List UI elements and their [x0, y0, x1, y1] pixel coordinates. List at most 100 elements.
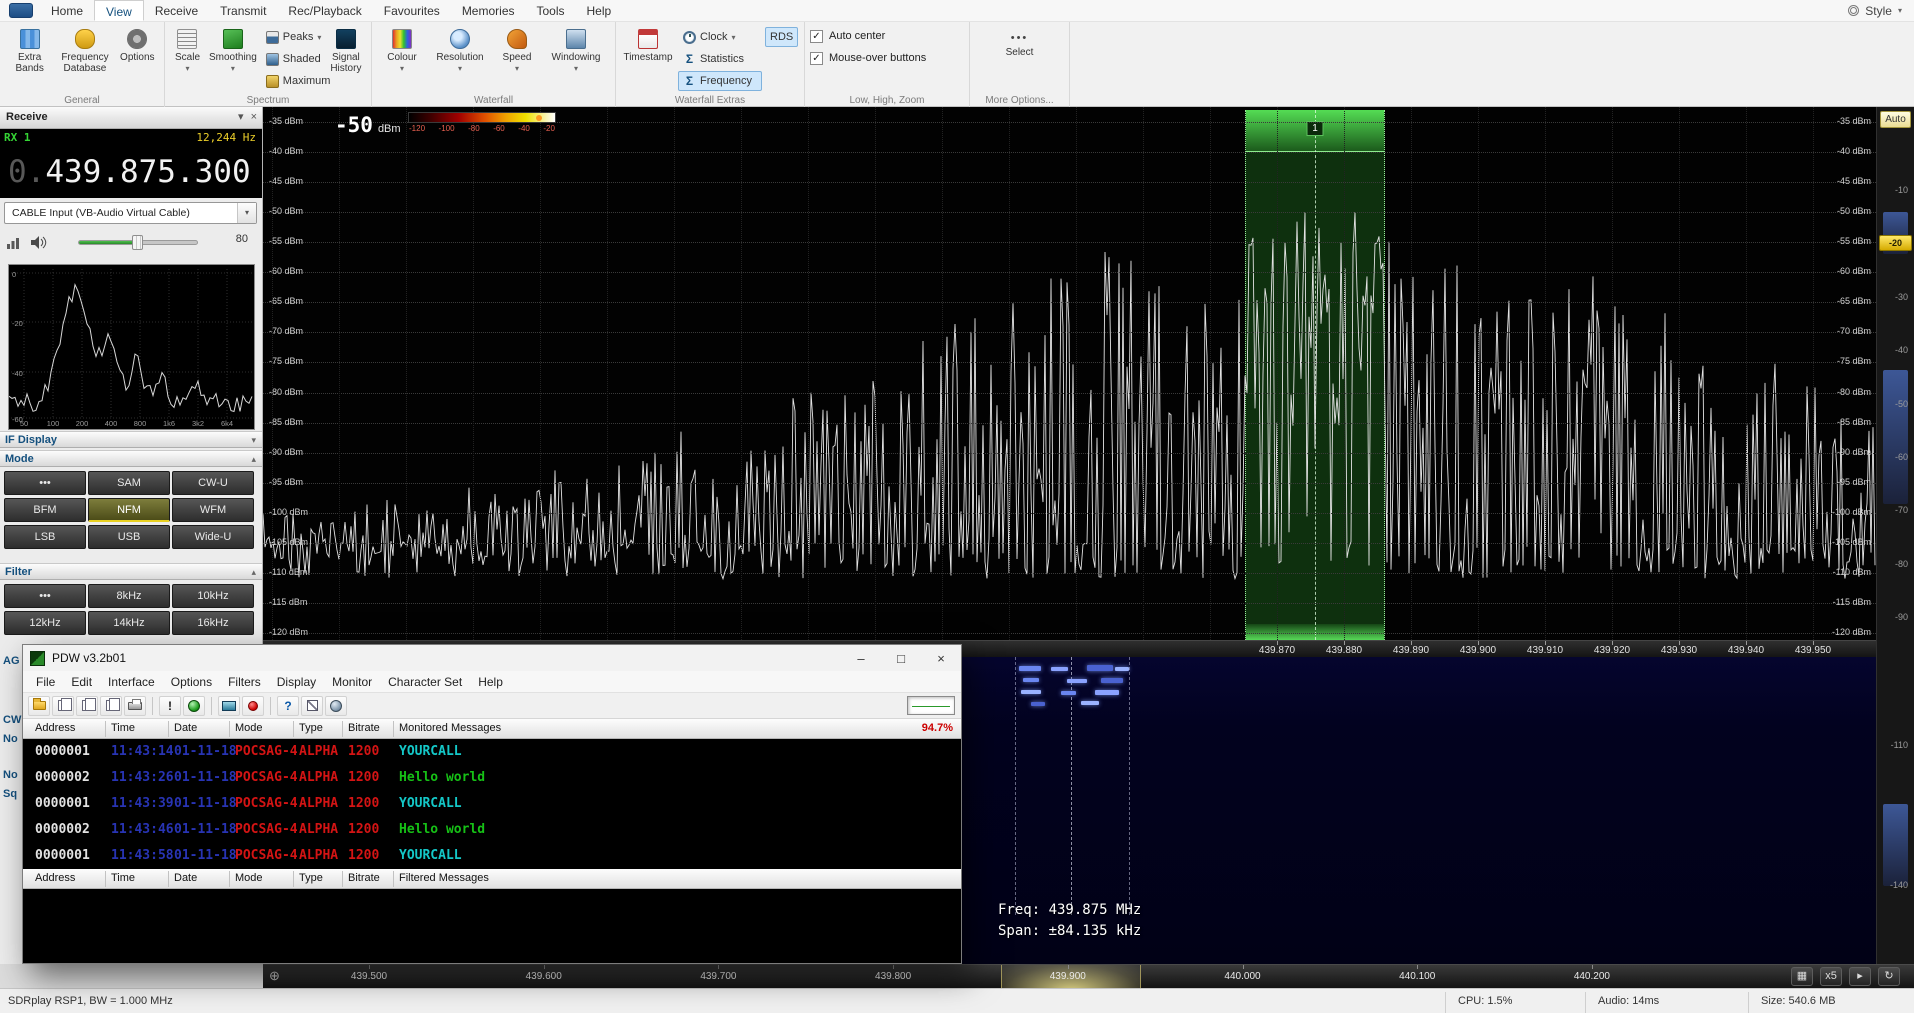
- filter-button-10khz[interactable]: 10kHz: [172, 584, 254, 608]
- chevron-down-icon[interactable]: ▾: [237, 203, 256, 223]
- alert-button[interactable]: !: [159, 696, 181, 716]
- auto-range-button[interactable]: Auto: [1880, 111, 1911, 128]
- auto-center-checkbox-row[interactable]: ✓ Auto center: [810, 25, 964, 45]
- clipped-section-label[interactable]: CW: [3, 714, 22, 726]
- pdw-column-bitrate[interactable]: Bitrate: [348, 722, 380, 734]
- pdw-message-row[interactable]: 000000211:43:4601-11-18POCSAG-4ALPHA1200…: [23, 817, 961, 843]
- filter-button-14khz[interactable]: 14kHz: [88, 611, 170, 635]
- copy-button[interactable]: [52, 696, 74, 716]
- pdw-column-date[interactable]: Date: [174, 722, 197, 734]
- select-button[interactable]: ••• Select: [994, 25, 1046, 91]
- ribbon-style-control[interactable]: Style ▾: [1848, 0, 1914, 21]
- monitor-button[interactable]: [218, 696, 240, 716]
- pdw-menu-character-set[interactable]: Character Set: [380, 675, 470, 689]
- pdw-menu-monitor[interactable]: Monitor: [324, 675, 380, 689]
- clipped-section-label[interactable]: No: [3, 733, 22, 745]
- clipped-section-label[interactable]: No: [3, 769, 22, 781]
- signal-history-button[interactable]: Signal History: [326, 25, 366, 91]
- mode-button-nfm[interactable]: NFM: [88, 498, 170, 522]
- mode-button-sam[interactable]: SAM: [88, 471, 170, 495]
- minimize-button[interactable]: –: [841, 645, 881, 671]
- pan-right-button[interactable]: ▸: [1849, 967, 1871, 986]
- print-button[interactable]: [124, 696, 146, 716]
- pdw-menu-help[interactable]: Help: [470, 675, 511, 689]
- colour-button[interactable]: Colour ▾: [377, 25, 427, 91]
- resolution-button[interactable]: Resolution ▾: [430, 25, 490, 91]
- close-icon[interactable]: ×: [251, 107, 257, 128]
- mode-button-usb[interactable]: USB: [88, 525, 170, 549]
- pdw-menu-options[interactable]: Options: [163, 675, 220, 689]
- filter-button-12khz[interactable]: 12kHz: [4, 611, 86, 635]
- pdw-column-date[interactable]: Date: [174, 872, 197, 884]
- filter-button-16khz[interactable]: 16kHz: [172, 611, 254, 635]
- pdw-title-bar[interactable]: PDW v3.2b01 – □ ×: [23, 645, 961, 671]
- checkbox-checked-icon[interactable]: ✓: [810, 30, 823, 43]
- network-button[interactable]: [183, 696, 205, 716]
- ribbon-tab-view[interactable]: View: [94, 0, 144, 21]
- scale-button[interactable]: Scale ▾: [170, 25, 205, 91]
- range-handle[interactable]: -20: [1879, 235, 1912, 251]
- pdw-message-row[interactable]: 000000211:43:2601-11-18POCSAG-4ALPHA1200…: [23, 765, 961, 791]
- audio-meter-icon[interactable]: [6, 235, 21, 255]
- record-button[interactable]: [242, 696, 264, 716]
- mode-button-cw-u[interactable]: CW-U: [172, 471, 254, 495]
- clock-button[interactable]: Clock ▾: [678, 27, 762, 47]
- ribbon-tab-rec-playback[interactable]: Rec/Playback: [277, 0, 372, 21]
- zoom-in-icon[interactable]: ⊕: [269, 969, 280, 983]
- receive-panel-header[interactable]: Receive ▾ ×: [0, 107, 262, 129]
- pdw-message-row[interactable]: 000000111:43:5801-11-18POCSAG-4ALPHA1200…: [23, 843, 961, 869]
- chevron-down-icon[interactable]: ▾: [238, 107, 244, 128]
- open-file-button[interactable]: [28, 696, 50, 716]
- ribbon-tab-home[interactable]: Home: [40, 0, 94, 21]
- spectrum-display[interactable]: 1 -50 dBm -120-100-80-60-40-20 -35 dBm-3…: [263, 107, 1876, 640]
- checkbox-checked-icon[interactable]: ✓: [810, 52, 823, 65]
- ribbon-tab-help[interactable]: Help: [576, 0, 623, 21]
- app-menu-icon[interactable]: [9, 3, 33, 18]
- mouse-over-buttons-checkbox-row[interactable]: ✓ Mouse-over buttons: [810, 47, 964, 67]
- mode-button-dots[interactable]: •••: [4, 471, 86, 495]
- maximum-button[interactable]: Maximum: [261, 71, 323, 91]
- pdw-column-filtered-messages[interactable]: Filtered Messages: [399, 872, 489, 884]
- section-header-filter[interactable]: Filter ▴: [0, 563, 262, 580]
- filter-button-dots[interactable]: •••: [4, 584, 86, 608]
- mode-button-bfm[interactable]: BFM: [4, 498, 86, 522]
- windowing-button[interactable]: Windowing ▾: [544, 25, 608, 91]
- pdw-column-type[interactable]: Type: [299, 872, 323, 884]
- help-button[interactable]: ?: [277, 696, 299, 716]
- mode-button-wfm[interactable]: WFM: [172, 498, 254, 522]
- ribbon-tab-transmit[interactable]: Transmit: [209, 0, 277, 21]
- frequency-button[interactable]: Σ Frequency: [678, 71, 762, 91]
- pdw-column-bitrate[interactable]: Bitrate: [348, 872, 380, 884]
- pdw-column-time[interactable]: Time: [111, 872, 135, 884]
- peaks-button[interactable]: Peaks ▾: [261, 27, 323, 47]
- filter-button-8khz[interactable]: 8kHz: [88, 584, 170, 608]
- timestamp-button[interactable]: Timestamp: [621, 25, 675, 91]
- pdw-column-time[interactable]: Time: [111, 722, 135, 734]
- pdw-message-row[interactable]: 000000111:43:1401-11-18POCSAG-4ALPHA1200…: [23, 739, 961, 765]
- frequency-database-button[interactable]: Frequency Database: [57, 25, 112, 91]
- pdw-column-type[interactable]: Type: [299, 722, 323, 734]
- speed-button[interactable]: Speed ▾: [493, 25, 541, 91]
- pdw-column-address[interactable]: Address: [35, 722, 75, 734]
- pdw-column-mode[interactable]: Mode: [235, 722, 263, 734]
- clipped-section-label[interactable]: AG: [3, 655, 22, 667]
- zoom-factor-button[interactable]: x5: [1820, 967, 1842, 986]
- section-header-mode[interactable]: Mode ▴: [0, 450, 262, 467]
- shaded-button[interactable]: Shaded: [261, 49, 323, 69]
- grid-view-button[interactable]: ▦: [1791, 967, 1813, 986]
- extra-bands-button[interactable]: Extra Bands: [5, 25, 54, 91]
- ribbon-tab-favourites[interactable]: Favourites: [373, 0, 451, 21]
- volume-slider[interactable]: [78, 240, 198, 245]
- ribbon-tab-receive[interactable]: Receive: [144, 0, 209, 21]
- pdw-menu-interface[interactable]: Interface: [100, 675, 163, 689]
- audio-device-select[interactable]: CABLE Input (VB-Audio Virtual Cable) ▾: [4, 202, 257, 224]
- close-button[interactable]: ×: [921, 645, 961, 671]
- pdw-menu-file[interactable]: File: [28, 675, 63, 689]
- pdw-column-monitored-messages[interactable]: Monitored Messages: [399, 722, 501, 734]
- maximize-button[interactable]: □: [881, 645, 921, 671]
- speaker-icon[interactable]: [30, 235, 48, 255]
- frequency-display[interactable]: 0.439.875.300: [0, 146, 262, 198]
- pdw-menu-filters[interactable]: Filters: [220, 675, 269, 689]
- mode-button-lsb[interactable]: LSB: [4, 525, 86, 549]
- volume-slider-handle[interactable]: [132, 235, 143, 250]
